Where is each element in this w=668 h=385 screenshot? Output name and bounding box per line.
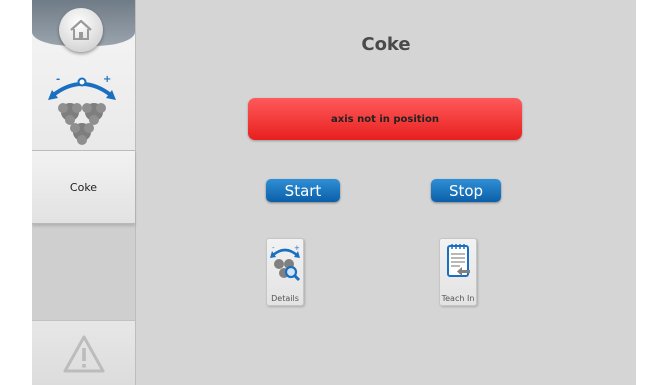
sidebar-top-panel[interactable]: - + bbox=[32, 0, 135, 151]
axis-adjust-icon: - + bbox=[48, 74, 116, 145]
teach-in-button[interactable]: Teach In bbox=[439, 238, 477, 306]
sidebar: - + Coke bbox=[32, 0, 136, 385]
teach-in-notepad-icon bbox=[447, 244, 470, 277]
start-button-label: Start bbox=[284, 181, 322, 200]
stop-button-label: Stop bbox=[448, 181, 484, 200]
home-button[interactable] bbox=[59, 8, 103, 52]
teach-in-label: Teach In bbox=[441, 294, 475, 303]
start-button[interactable]: Start bbox=[266, 179, 340, 202]
home-icon bbox=[70, 19, 92, 40]
details-magnifier-icon: - + bbox=[270, 244, 301, 282]
warning-triangle-icon bbox=[63, 335, 104, 372]
svg-text:-: - bbox=[272, 244, 275, 252]
details-label: Details bbox=[271, 294, 299, 303]
alarm-message: axis not in position bbox=[331, 113, 439, 125]
svg-text:-: - bbox=[56, 74, 60, 85]
sidebar-item-coke[interactable]: Coke bbox=[32, 151, 135, 224]
alarm-banner: axis not in position bbox=[248, 98, 522, 140]
details-button[interactable]: - + Details bbox=[266, 238, 304, 306]
warning-button[interactable] bbox=[32, 320, 135, 385]
page-title: Coke bbox=[361, 34, 411, 55]
hmi-screen: - + Coke Coke axis not in position Start… bbox=[32, 0, 636, 385]
stop-button[interactable]: Stop bbox=[431, 179, 501, 202]
svg-text:+: + bbox=[294, 244, 300, 252]
svg-text:+: + bbox=[103, 74, 111, 85]
sidebar-item-label: Coke bbox=[69, 180, 98, 194]
